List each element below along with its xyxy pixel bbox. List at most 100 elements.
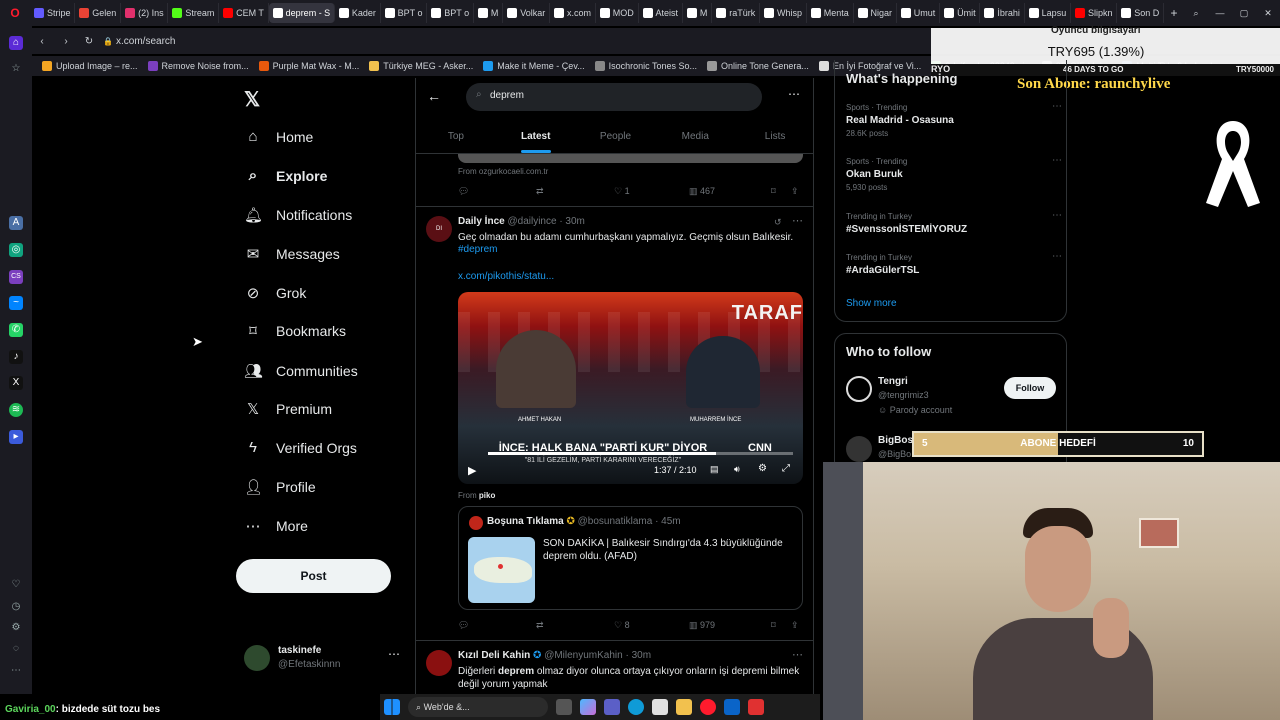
like-icon[interactable]: ♡ 8: [614, 620, 689, 631]
browser-tab[interactable]: Menta: [807, 3, 854, 23]
file-explorer-icon[interactable]: [676, 699, 692, 715]
browser-tab[interactable]: raTürk: [712, 3, 760, 23]
browser-tab[interactable]: MOD: [596, 3, 639, 23]
trend-item[interactable]: Sports · Trending Real Madrid - Osasuna 28…: [846, 101, 1062, 138]
task-view-icon[interactable]: [556, 699, 572, 715]
search-input[interactable]: deprem: [490, 90, 524, 101]
post-hashtag[interactable]: #deprem: [458, 244, 497, 255]
previous-post-source[interactable]: From ozgurkocaeli.com.tr: [458, 167, 548, 176]
play-icon[interactable]: ▶: [468, 464, 476, 477]
nav-item-notifications[interactable]: 🔔︎ Notifications: [244, 206, 352, 224]
browser-tab[interactable]: Slipkn: [1071, 3, 1118, 23]
nav-item-explore[interactable]: ⌕ Explore: [244, 167, 328, 184]
reload-icon[interactable]: ↻: [78, 36, 100, 47]
share-icon[interactable]: ⇪: [791, 620, 799, 631]
post-button[interactable]: Post: [236, 559, 391, 593]
x-icon[interactable]: X: [9, 376, 23, 390]
repost-icon[interactable]: ⇄: [536, 186, 614, 197]
browser-tab[interactable]: Ümit: [940, 3, 981, 23]
tab-latest[interactable]: Latest: [496, 122, 576, 153]
trend-item[interactable]: Trending in Turkey #ArdaGülerTSL ⋯: [846, 251, 1062, 279]
browser-tab[interactable]: Gelen: [75, 3, 122, 23]
tab-top[interactable]: Top: [416, 122, 496, 153]
x-logo-icon[interactable]: 𝕏: [244, 87, 260, 112]
tab-media[interactable]: Media: [655, 122, 735, 153]
next-post-more-icon[interactable]: ⋯: [792, 648, 803, 661]
like-icon[interactable]: ♡ 1: [614, 186, 689, 197]
bookmark-icon[interactable]: ⌑: [771, 620, 791, 631]
follow-button[interactable]: Follow: [1004, 377, 1056, 399]
url-field[interactable]: x.com/search: [116, 36, 175, 47]
chatgpt-icon[interactable]: ◎: [9, 243, 23, 257]
browser-tab[interactable]: x.com: [550, 3, 596, 23]
copilot-icon[interactable]: [580, 699, 596, 715]
opera-logo-icon[interactable]: O: [0, 6, 30, 20]
next-post-author[interactable]: Kızıl Deli Kahin: [458, 650, 530, 661]
reply-icon[interactable]: 💬︎: [458, 620, 536, 631]
maximize-icon[interactable]: ▢: [1232, 8, 1256, 19]
trend-item[interactable]: Sports · Trending Okan Buruk 5,930 posts ⋯: [846, 155, 1062, 192]
nav-item-verified-orgs[interactable]: ϟ Verified Orgs: [244, 439, 357, 456]
previous-post-image[interactable]: [458, 154, 803, 163]
taskbar-search[interactable]: ⌕ Web'de &...: [408, 697, 548, 717]
nav-item-profile[interactable]: 👤︎ Profile: [244, 478, 316, 496]
trend-item[interactable]: Trending in Turkey #SvenssonİSTEMİYORUZ ⋯: [846, 210, 1062, 238]
settings-icon[interactable]: ⚙: [9, 621, 23, 635]
browser-tab[interactable]: Whisp: [760, 3, 807, 23]
cs-icon[interactable]: CS: [9, 270, 23, 284]
trend-more-icon[interactable]: ⋯: [1052, 155, 1062, 166]
post-author[interactable]: Daily İnce: [458, 216, 505, 227]
bookmark-icon[interactable]: ⌑: [771, 186, 791, 197]
grok-icon[interactable]: ↺: [774, 217, 782, 228]
tiktok-icon[interactable]: ♪: [9, 350, 23, 364]
browser-tab[interactable]: Stripe: [30, 3, 76, 23]
trend-more-icon[interactable]: ⋯: [1052, 210, 1062, 221]
browser-tab[interactable]: CEM T: [219, 3, 269, 23]
browser-tab[interactable]: Volkar: [503, 3, 550, 23]
nav-item-premium[interactable]: 𝕏 Premium: [244, 400, 332, 418]
teams-icon[interactable]: [604, 699, 620, 715]
captions-icon[interactable]: ▤: [710, 464, 719, 475]
browser-tab[interactable]: Lapsu: [1025, 3, 1071, 23]
outlook-icon[interactable]: [724, 699, 740, 715]
browser-tab[interactable]: deprem - S: [268, 3, 335, 23]
video-player[interactable]: TARAF AHMET HAKAN MUHARREM İNCE İNCE: HA…: [458, 292, 803, 484]
windows-start-icon[interactable]: [384, 699, 400, 715]
nav-item-communities[interactable]: 👥︎ Communities: [244, 362, 358, 380]
search-box[interactable]: ⌕ deprem: [466, 83, 762, 111]
browser-tab[interactable]: (2) Ins: [121, 3, 169, 23]
suggested-name[interactable]: Tengri: [878, 376, 908, 387]
trend-more-icon[interactable]: ⋯: [1052, 101, 1062, 112]
browser-tab[interactable]: BPT o: [381, 3, 428, 23]
video-progress[interactable]: [488, 452, 793, 455]
bookmark-item[interactable]: Make it Meme - Çev...: [483, 61, 585, 71]
views-icon[interactable]: ▥ 979: [689, 620, 771, 631]
browser-tab[interactable]: M: [683, 3, 713, 23]
store-icon[interactable]: [652, 699, 668, 715]
browser-tab[interactable]: M: [474, 3, 504, 23]
suggested-avatar-2[interactable]: [846, 436, 872, 462]
player-icon[interactable]: ▸: [9, 430, 23, 444]
nav-item-home[interactable]: ⌂ Home: [244, 128, 313, 145]
show-more-link[interactable]: Show more: [846, 298, 897, 309]
tab-people[interactable]: People: [576, 122, 656, 153]
browser-tab[interactable]: Umut: [897, 3, 941, 23]
browser-tab[interactable]: Stream: [168, 3, 220, 23]
suggested-name-2[interactable]: BigBos: [878, 435, 913, 446]
video-source-user[interactable]: piko: [479, 491, 495, 500]
back-icon[interactable]: ‹: [30, 36, 54, 47]
account-switcher[interactable]: taskinefe @Efetaskinnn ⋯: [244, 643, 404, 675]
bookmark-item[interactable]: Türkiye MEG - Asker...: [369, 61, 473, 71]
nav-item-bookmarks[interactable]: ⌑ Bookmarks: [244, 322, 346, 340]
new-tab-icon[interactable]: +: [1164, 6, 1184, 20]
search-tabs-icon[interactable]: ⌕: [1184, 8, 1208, 19]
post-avatar[interactable]: DI: [426, 216, 452, 242]
views-icon[interactable]: ▥ 467: [689, 186, 771, 197]
close-window-icon[interactable]: ✕: [1256, 8, 1280, 19]
reply-icon[interactable]: 💬︎: [458, 186, 536, 197]
nav-item-more[interactable]: ⋯ More: [244, 517, 308, 535]
post-time[interactable]: · 30m: [559, 216, 585, 227]
nav-item-messages[interactable]: ✉ Messages: [244, 245, 340, 263]
minimize-icon[interactable]: —: [1208, 8, 1232, 18]
forward-icon[interactable]: ›: [54, 36, 78, 47]
